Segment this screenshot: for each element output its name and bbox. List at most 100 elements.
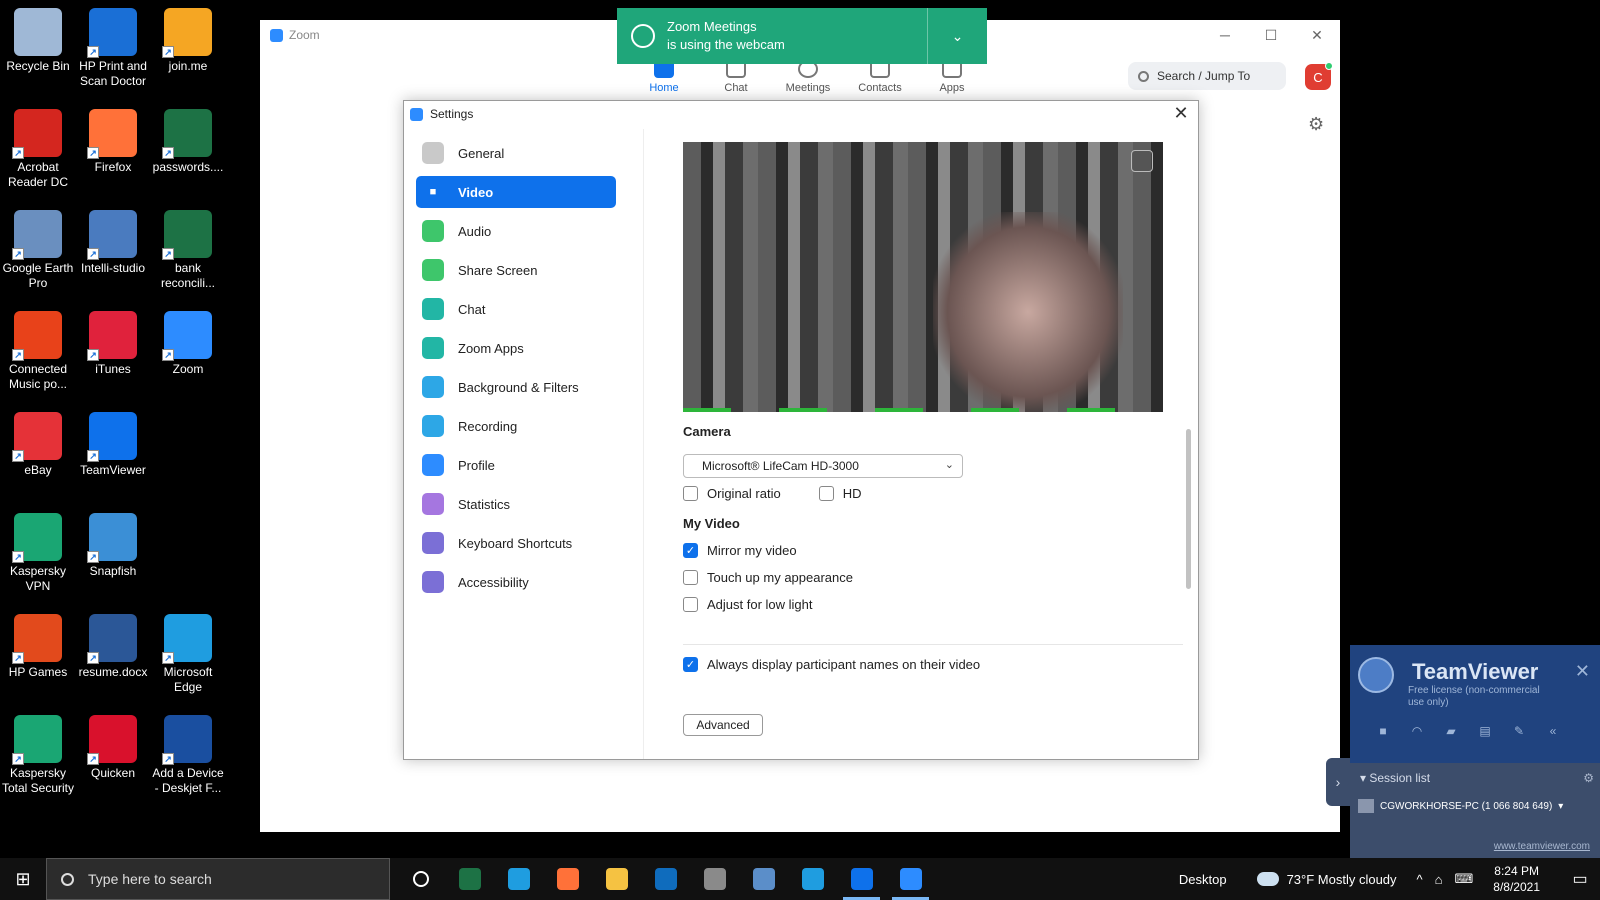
mirror-video-checkbox[interactable]: ✓ Mirror my video bbox=[683, 543, 797, 558]
sidebar-item-zoom-apps[interactable]: Zoom Apps bbox=[416, 332, 616, 364]
chevron-up-icon[interactable]: ^ bbox=[1417, 872, 1423, 887]
network-icon[interactable]: ⌂ bbox=[1435, 872, 1443, 887]
taskbar-app[interactable] bbox=[592, 858, 641, 900]
taskbar-app[interactable] bbox=[445, 858, 494, 900]
session-list-label: Session list bbox=[1369, 771, 1431, 785]
taskbar-app[interactable] bbox=[494, 858, 543, 900]
sidebar-item-share-screen[interactable]: Share Screen bbox=[416, 254, 616, 286]
video-icon[interactable]: ■ bbox=[1366, 723, 1400, 739]
dropdown-icon[interactable]: ▾ bbox=[1558, 801, 1563, 812]
collapse-icon[interactable]: « bbox=[1536, 723, 1570, 739]
desktop-icon[interactable]: ↗ Add a Device - Deskjet F... bbox=[150, 707, 226, 796]
teamviewer-link[interactable]: www.teamviewer.com bbox=[1494, 841, 1590, 852]
file-transfer-icon[interactable]: ▤ bbox=[1468, 723, 1502, 739]
low-light-checkbox[interactable]: Adjust for low light bbox=[683, 597, 813, 612]
sidebar-item-general[interactable]: General bbox=[416, 137, 616, 169]
teamviewer-logo-icon bbox=[1358, 657, 1394, 693]
task-view-icon bbox=[412, 871, 429, 887]
display-names-checkbox[interactable]: ✓ Always display participant names on th… bbox=[683, 657, 980, 672]
close-icon[interactable]: ✕ bbox=[1575, 661, 1590, 682]
desktop-icon[interactable]: ↗ eBay bbox=[0, 404, 76, 478]
scrollbar[interactable] bbox=[1186, 429, 1191, 589]
desktop-icon[interactable]: ↗ Microsoft Edge bbox=[150, 606, 226, 695]
taskbar-app[interactable] bbox=[641, 858, 690, 900]
avatar[interactable]: C bbox=[1305, 62, 1333, 90]
desktop-icon[interactable]: ↗ Connected Music po... bbox=[0, 303, 76, 392]
sidebar-item-background-filters[interactable]: Background & Filters bbox=[416, 371, 616, 403]
windows-start-icon[interactable]: ⊞ bbox=[0, 858, 46, 900]
taskbar-search-input[interactable]: Type here to search bbox=[46, 858, 390, 900]
desktop-icon[interactable]: ↗ Quicken bbox=[75, 707, 151, 781]
desktop-icon[interactable]: ↗ HP Games bbox=[0, 606, 76, 680]
edge-icon: ↗ bbox=[162, 614, 212, 664]
touch-up-checkbox[interactable]: Touch up my appearance bbox=[683, 570, 853, 585]
desktop-icon[interactable]: ↗ Kaspersky VPN bbox=[0, 505, 76, 594]
desktop-icon[interactable]: ↗ bank reconcili... bbox=[150, 202, 226, 291]
session-list: ▾ Session list ⚙ CGWORKHORSE-PC (1 066 8… bbox=[1350, 763, 1600, 861]
display-names-label: Always display participant names on thei… bbox=[707, 657, 981, 672]
notification-icon[interactable]: ▭ bbox=[1560, 869, 1600, 889]
tab-home[interactable]: Home bbox=[628, 60, 700, 94]
desktop-icon-label: bank reconcili... bbox=[160, 261, 216, 290]
desktop-icon[interactable]: ↗ resume.docx bbox=[75, 606, 151, 680]
tab-contacts[interactable]: Contacts bbox=[844, 60, 916, 94]
desktop-icon[interactable]: Recycle Bin bbox=[0, 0, 76, 74]
desktop-icon[interactable]: ↗ Zoom bbox=[150, 303, 226, 377]
desktop-icon[interactable]: ↗ Acrobat Reader DC bbox=[0, 101, 76, 190]
gear-icon[interactable]: ⚙ bbox=[1583, 771, 1594, 785]
collapse-panel-icon[interactable]: › bbox=[1326, 758, 1350, 806]
tab-apps[interactable]: Apps bbox=[916, 60, 988, 94]
clock[interactable]: 8:24 PM 8/8/2021 bbox=[1493, 863, 1540, 895]
weather-widget[interactable]: 73°F Mostly cloudy bbox=[1256, 872, 1397, 887]
tab-meetings[interactable]: Meetings bbox=[772, 60, 844, 94]
shortcut-arrow-icon: ↗ bbox=[87, 551, 99, 563]
sidebar-item-label: Keyboard Shortcuts bbox=[458, 535, 573, 551]
close-icon[interactable]: ✕ bbox=[1170, 103, 1192, 124]
desktop-icon[interactable]: ↗ Snapfish bbox=[75, 505, 151, 579]
close-icon[interactable]: ✕ bbox=[1294, 20, 1340, 50]
desktop-icon[interactable]: ↗ iTunes bbox=[75, 303, 151, 377]
sidebar-item-statistics[interactable]: Statistics bbox=[416, 488, 616, 520]
taskbar-app[interactable] bbox=[690, 858, 739, 900]
advanced-button[interactable]: Advanced bbox=[683, 714, 763, 736]
taskbar-app[interactable] bbox=[396, 858, 445, 900]
taskbar-app[interactable] bbox=[837, 858, 886, 900]
sidebar-item-accessibility[interactable]: Accessibility bbox=[416, 566, 616, 598]
search-input[interactable]: Search / Jump To bbox=[1128, 62, 1286, 90]
sidebar-item-keyboard-shortcuts[interactable]: Keyboard Shortcuts bbox=[416, 527, 616, 559]
tab-chat[interactable]: Chat bbox=[700, 60, 772, 94]
chat-icon[interactable]: ▰ bbox=[1434, 723, 1468, 739]
taskbar-app[interactable] bbox=[788, 858, 837, 900]
keyboard-icon[interactable]: ⌨ bbox=[1455, 871, 1474, 887]
headset-icon[interactable]: ◠ bbox=[1400, 723, 1434, 739]
minimize-icon[interactable]: ─ bbox=[1202, 20, 1248, 50]
shortcut-arrow-icon: ↗ bbox=[12, 652, 24, 664]
session-item[interactable]: CGWORKHORSE-PC (1 066 804 649) ▾ bbox=[1358, 799, 1563, 813]
taskbar-app[interactable] bbox=[886, 858, 935, 900]
sidebar-item-audio[interactable]: Audio bbox=[416, 215, 616, 247]
desktop-icon[interactable]: ↗ TeamViewer bbox=[75, 404, 151, 478]
sidebar-item-profile[interactable]: Profile bbox=[416, 449, 616, 481]
desktop-icon[interactable]: ↗ Kaspersky Total Security bbox=[0, 707, 76, 796]
shortcut-arrow-icon: ↗ bbox=[162, 349, 174, 361]
rotate-icon[interactable] bbox=[1131, 150, 1153, 172]
tools-icon[interactable]: ✎ bbox=[1502, 723, 1536, 739]
taskbar-app[interactable] bbox=[543, 858, 592, 900]
desktop-toolbar-label[interactable]: Desktop bbox=[1179, 872, 1227, 887]
camera-select[interactable]: Microsoft® LifeCam HD-3000 ⌄ bbox=[683, 454, 963, 478]
gear-icon[interactable]: ⚙ bbox=[1308, 114, 1324, 135]
desktop-icon[interactable]: ↗ HP Print and Scan Doctor bbox=[75, 0, 151, 89]
desktop-icon[interactable]: ↗ join.me bbox=[150, 0, 226, 74]
sidebar-item-chat[interactable]: Chat bbox=[416, 293, 616, 325]
original-ratio-checkbox[interactable]: Original ratio HD bbox=[683, 486, 861, 501]
sidebar-item-recording[interactable]: Recording bbox=[416, 410, 616, 442]
chevron-down-icon[interactable]: ⌄ bbox=[927, 8, 987, 64]
desktop-icon[interactable]: ↗ Intelli-studio bbox=[75, 202, 151, 276]
desktop-icon[interactable]: ↗ Firefox bbox=[75, 101, 151, 175]
sidebar-item-video[interactable]: ■ Video bbox=[416, 176, 616, 208]
hd-checkbox[interactable] bbox=[818, 486, 834, 501]
desktop-icon[interactable]: ↗ passwords.... bbox=[150, 101, 226, 175]
taskbar-app[interactable] bbox=[739, 858, 788, 900]
maximize-icon[interactable]: ☐ bbox=[1248, 20, 1294, 50]
desktop-icon[interactable]: ↗ Google Earth Pro bbox=[0, 202, 76, 291]
